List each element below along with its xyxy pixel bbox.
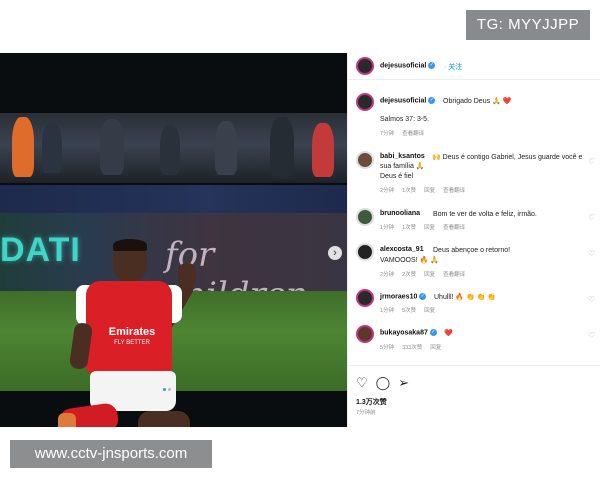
translate-link[interactable]: 查看翻译 <box>443 188 465 194</box>
comment-text: ❤️ <box>444 330 453 337</box>
translate-link[interactable]: 查看翻译 <box>443 225 465 231</box>
comment-meta: 1分钟 1次赞 回复 查看翻译 <box>380 225 466 231</box>
heart-icon[interactable]: ♡ <box>588 331 595 340</box>
avatar[interactable] <box>356 208 374 226</box>
comment-text: Uhulll! 🔥 👏 👏 👏 <box>434 294 497 301</box>
avatar[interactable] <box>356 243 374 261</box>
translate-link[interactable]: 查看翻译 <box>402 131 424 137</box>
avatar[interactable] <box>356 151 374 169</box>
heart-icon[interactable]: ♡ <box>356 375 368 391</box>
reply-link[interactable]: 回复 <box>424 188 435 194</box>
verified-icon: ✓ <box>429 329 437 336</box>
comment-text: Bom te ver de volta e feliz, irmão. <box>433 211 537 218</box>
verified-icon: ✓ <box>428 62 436 69</box>
comment-username[interactable]: bukayosaka87 ✓ <box>380 329 437 336</box>
carousel-dots <box>162 378 172 396</box>
comment-meta: 2分钟 1次赞 回复 查看翻译 <box>380 188 466 194</box>
verified-icon: ✓ <box>419 293 427 300</box>
comment-meta: 1分钟 5次赞 回复 <box>380 308 436 314</box>
like-count[interactable]: 1.3万次赞 <box>356 397 387 407</box>
post-photo: DATI for children Emirates FLY BETTER <box>0 53 347 427</box>
caption-meta: 7分钟 查看翻译 <box>380 131 425 137</box>
avatar[interactable] <box>356 57 374 75</box>
follow-button[interactable]: · 关注 <box>444 62 462 72</box>
avatar[interactable] <box>356 325 374 343</box>
share-icon[interactable]: ➢ <box>398 375 409 391</box>
comment-text: 🙌 Deus é contigo Gabriel, Jesus guarde v… <box>380 154 583 170</box>
photo-scene: DATI for children Emirates FLY BETTER <box>0 113 347 427</box>
comments-panel: dejesusoficial ✓ · 关注 dejesusoficial ✓ Obr… <box>347 53 600 427</box>
kneeling-player: Emirates FLY BETTER <box>58 239 208 427</box>
comment-text-line2: Deus é fiel <box>380 173 414 180</box>
heart-icon[interactable]: ♡ <box>588 157 595 166</box>
action-bar: ♡ ◯ ➢ <box>356 375 417 391</box>
header-username[interactable]: dejesusoficial ✓ <box>380 62 436 69</box>
avatar[interactable] <box>356 93 374 111</box>
site-watermark-badge: www.cctv-jnsports.com <box>10 440 212 468</box>
translate-link[interactable]: 查看翻译 <box>443 272 465 278</box>
comment-icon[interactable]: ◯ <box>376 375 391 391</box>
heart-icon[interactable]: ♡ <box>588 213 595 222</box>
heart-icon[interactable]: ♡ <box>588 249 595 258</box>
shirt-sponsor: Emirates FLY BETTER <box>108 326 156 347</box>
verified-icon: ✓ <box>428 97 436 104</box>
stadium-board <box>0 185 347 213</box>
post-header: dejesusoficial ✓ · 关注 <box>348 53 600 80</box>
caption-username[interactable]: dejesusoficial ✓ <box>380 97 436 104</box>
comment-meta: 5分钟 333次赞 回复 <box>380 345 442 351</box>
reply-link[interactable]: 回复 <box>430 345 441 351</box>
caption-line2: Salmos 37: 3-5. <box>380 116 430 123</box>
comment-username[interactable]: brunooliana <box>380 210 420 217</box>
divider <box>348 365 600 366</box>
tg-watermark-badge: TG: MYYJJPP <box>466 10 590 40</box>
reply-link[interactable]: 回复 <box>424 308 435 314</box>
avatar[interactable] <box>356 289 374 307</box>
comment-text-line2: VAMOOOS! 🔥 🙏 <box>380 257 439 264</box>
reply-link[interactable]: 回复 <box>424 272 435 278</box>
comment-text: Deus abençoe o retorno! <box>433 247 511 254</box>
comment-username[interactable]: jrmoraes10 ✓ <box>380 293 427 300</box>
comment-meta: 2分钟 2次赞 回复 查看翻译 <box>380 272 466 278</box>
reply-link[interactable]: 回复 <box>424 225 435 231</box>
instagram-post: DATI for children Emirates FLY BETTER <box>0 53 600 427</box>
heart-icon[interactable]: ♡ <box>588 295 595 304</box>
crowd-background <box>0 113 347 183</box>
next-arrow-icon[interactable]: › <box>328 246 342 260</box>
caption-text: Obrigado Deus 🙏 ❤️ <box>443 98 512 105</box>
comment-username[interactable]: alexcosta_91 <box>380 246 424 253</box>
post-time: 7分钟前 <box>356 410 376 416</box>
